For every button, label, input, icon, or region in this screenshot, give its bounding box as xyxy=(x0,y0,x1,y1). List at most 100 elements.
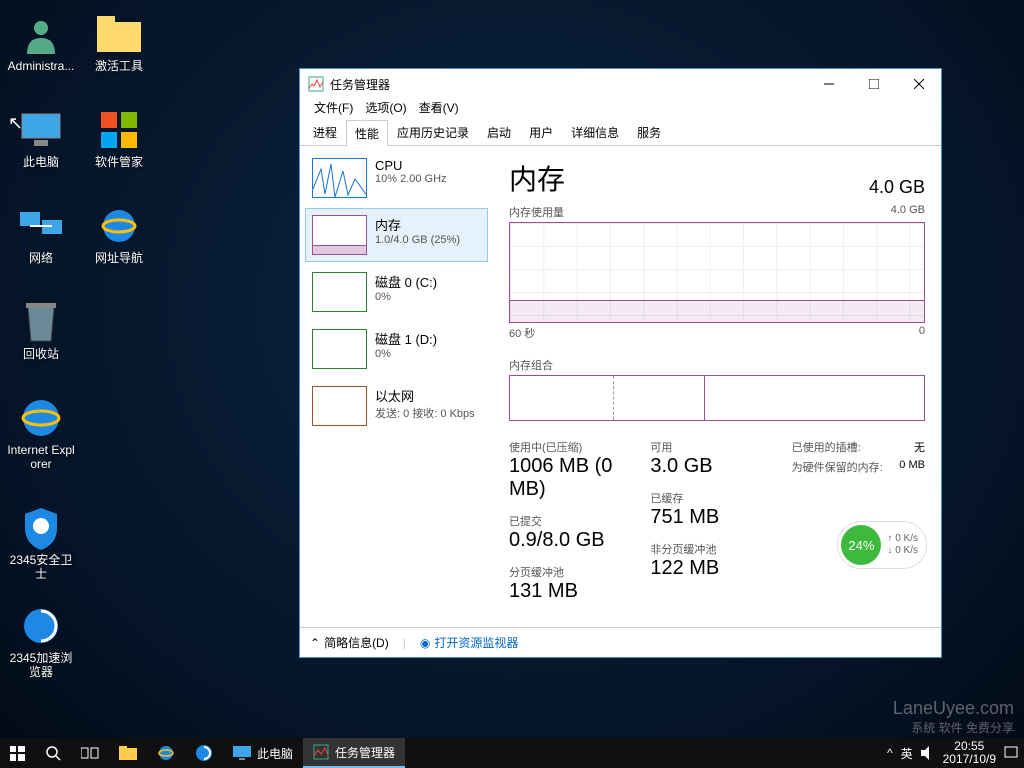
desktop-icon[interactable]: Administra... xyxy=(4,12,78,73)
stat-committed: 0.9/8.0 GB xyxy=(509,529,642,552)
iebig-icon xyxy=(19,396,63,440)
sidebar-item-sub: 0% xyxy=(375,348,437,360)
desktop-icon[interactable]: 激活工具 xyxy=(82,12,156,73)
thumb-disk xyxy=(312,272,367,312)
start-button[interactable] xyxy=(0,738,35,768)
sidebar-item-disk[interactable]: 磁盘 1 (D:)0% xyxy=(305,322,488,376)
net-icon xyxy=(19,204,63,248)
desktop-icon-label: 激活工具 xyxy=(82,59,156,73)
menu-item[interactable]: 文件(F) xyxy=(308,99,359,119)
stat-nonpaged: 122 MB xyxy=(650,557,783,580)
desktop-icon[interactable]: 此电脑 xyxy=(4,108,78,169)
sidebar-item-cpu[interactable]: CPU10% 2.00 GHz xyxy=(305,151,488,205)
window-footer: ⌃简略信息(D) | ◉打开资源监视器 xyxy=(300,627,941,657)
sidebar-item-title: 以太网 xyxy=(375,386,475,405)
stat-cached: 751 MB xyxy=(650,506,783,529)
search-button[interactable] xyxy=(35,738,71,768)
ms-icon xyxy=(97,108,141,152)
stat-inuse-label: 使用中(已压缩) xyxy=(509,439,642,455)
stat-cached-label: 已缓存 xyxy=(650,490,783,506)
sidebar-item-disk[interactable]: 磁盘 0 (C:)0% xyxy=(305,265,488,319)
menubar: 文件(F)选项(O)查看(V) xyxy=(300,99,941,119)
desktop-icon[interactable]: 软件管家 xyxy=(82,108,156,169)
folder-icon xyxy=(97,12,141,56)
resource-monitor-link[interactable]: ◉打开资源监视器 xyxy=(420,634,519,651)
sidebar-item-title: 内存 xyxy=(375,215,460,234)
thumb-mem xyxy=(312,215,367,255)
desktop-icon[interactable]: 网址导航 xyxy=(82,204,156,265)
chevron-up-icon: ⌃ xyxy=(310,636,320,650)
monitor-icon: ◉ xyxy=(420,636,430,650)
desktop-icon[interactable]: Internet Explorer xyxy=(4,396,78,471)
desktop-icon[interactable]: 网络 xyxy=(4,204,78,265)
stat-inuse: 1006 MB (0 MB) xyxy=(509,455,642,501)
badge-down: 0 K/s xyxy=(895,545,918,556)
tab-性能[interactable]: 性能 xyxy=(346,120,388,146)
sidebar-item-title: 磁盘 1 (D:) xyxy=(375,329,437,348)
pc-icon xyxy=(233,746,251,760)
desktop-icon[interactable]: 2345安全卫士 xyxy=(4,506,78,581)
browser-icon xyxy=(19,604,63,648)
perf-sidebar: CPU10% 2.00 GHz内存1.0/4.0 GB (25%)磁盘 0 (C… xyxy=(300,146,493,627)
stat-paged-label: 分页缓冲池 xyxy=(509,564,642,580)
tab-应用历史记录[interactable]: 应用历史记录 xyxy=(388,119,478,145)
speed-badge[interactable]: 24% ↑ 0 K/s↓ 0 K/s xyxy=(837,521,927,569)
thumb-cpu xyxy=(312,158,367,198)
tab-进程[interactable]: 进程 xyxy=(304,119,346,145)
sidebar-item-mem[interactable]: 内存1.0/4.0 GB (25%) xyxy=(305,208,488,262)
maximize-button[interactable] xyxy=(851,70,896,99)
kv-key: 为硬件保留的内存: xyxy=(792,459,883,475)
notification-icon[interactable] xyxy=(1004,746,1018,760)
close-button[interactable] xyxy=(896,70,941,99)
ie-icon xyxy=(97,204,141,248)
tray-date[interactable]: 2017/10/9 xyxy=(943,753,996,766)
menu-item[interactable]: 查看(V) xyxy=(413,99,465,119)
desktop-icon[interactable]: 回收站 xyxy=(4,300,78,361)
tm-icon xyxy=(313,744,329,760)
metric-heading: 内存 xyxy=(509,158,565,198)
desktop-icon-label: 网址导航 xyxy=(82,251,156,265)
tab-用户[interactable]: 用户 xyxy=(520,119,562,145)
desktop-icon-label: 网络 xyxy=(4,251,78,265)
titlebar[interactable]: 任务管理器 xyxy=(300,69,941,99)
tray-chevron-icon[interactable]: ^ xyxy=(887,746,893,760)
system-tray[interactable]: ^ 英 20:55 2017/10/9 xyxy=(881,738,1024,768)
axis-right: 0 xyxy=(919,325,925,341)
taskbar-item[interactable]: 任务管理器 xyxy=(303,738,405,768)
sidebar-item-title: CPU xyxy=(375,158,447,173)
usage-label: 内存使用量 xyxy=(509,204,564,220)
shield-icon xyxy=(19,506,63,550)
volume-icon[interactable] xyxy=(921,746,935,760)
stat-committed-label: 已提交 xyxy=(509,513,642,529)
tab-详细信息[interactable]: 详细信息 xyxy=(562,119,628,145)
fewer-details-button[interactable]: ⌃简略信息(D) xyxy=(310,634,389,651)
tab-启动[interactable]: 启动 xyxy=(478,119,520,145)
kv-val: 0 MB xyxy=(899,459,925,475)
tab-服务[interactable]: 服务 xyxy=(628,119,670,145)
usage-max: 4.0 GB xyxy=(891,204,925,220)
sidebar-item-eth[interactable]: 以太网发送: 0 接收: 0 Kbps xyxy=(305,379,488,433)
tabs: 进程性能应用历史记录启动用户详细信息服务 xyxy=(300,119,941,146)
user-icon xyxy=(19,12,63,56)
stat-avail: 3.0 GB xyxy=(650,455,783,478)
bin-icon xyxy=(19,300,63,344)
taskbar-item-label: 此电脑 xyxy=(257,745,293,762)
sidebar-item-sub: 发送: 0 接收: 0 Kbps xyxy=(375,405,475,421)
desktop-icon-label: 回收站 xyxy=(4,347,78,361)
pinned-ie[interactable] xyxy=(147,738,185,768)
taskview-button[interactable] xyxy=(71,738,109,768)
sidebar-item-sub: 1.0/4.0 GB (25%) xyxy=(375,234,460,246)
desktop-icon[interactable]: 2345加速浏览器 xyxy=(4,604,78,679)
desktop-icon-label: 2345加速浏览器 xyxy=(4,651,78,679)
pinned-explorer[interactable] xyxy=(109,738,147,768)
memory-composition-bar xyxy=(509,375,925,421)
minimize-button[interactable] xyxy=(806,70,851,99)
thumb-eth xyxy=(312,386,367,426)
ime-indicator[interactable]: 英 xyxy=(901,745,913,762)
app-icon xyxy=(308,76,324,92)
desktop-icon-label: 此电脑 xyxy=(4,155,78,169)
menu-item[interactable]: 选项(O) xyxy=(359,99,412,119)
sidebar-item-title: 磁盘 0 (C:) xyxy=(375,272,437,291)
pinned-2345[interactable] xyxy=(185,738,223,768)
taskbar-item[interactable]: 此电脑 xyxy=(223,738,303,768)
